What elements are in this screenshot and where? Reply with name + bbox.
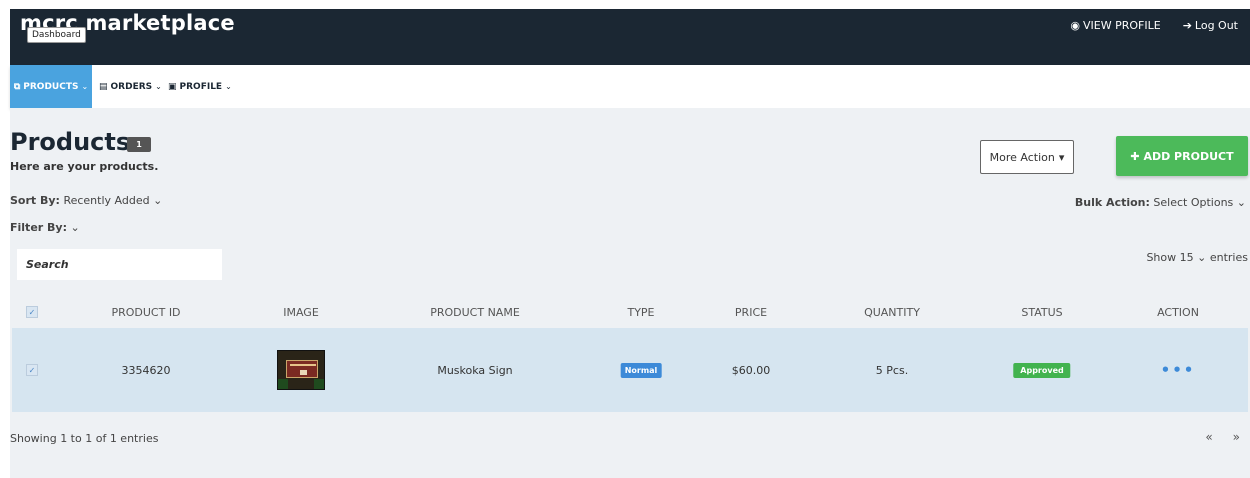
chevron-down-icon: ⌄ xyxy=(155,82,162,91)
search-input[interactable] xyxy=(17,249,222,280)
entries-select[interactable]: 15 ⌄ xyxy=(1180,251,1207,264)
top-header: mcrc marketplace Dashboard ◉ VIEW PROFIL… xyxy=(10,9,1250,65)
add-product-button[interactable]: ✚ ADD PRODUCT xyxy=(1116,136,1248,176)
thumb-tree-left xyxy=(278,379,288,389)
col-status[interactable]: STATUS xyxy=(1021,296,1062,328)
chevron-down-icon: ⌄ xyxy=(70,221,80,234)
col-quantity[interactable]: QUANTITY xyxy=(864,296,920,328)
main-content: Products 1 Here are your products. More … xyxy=(10,108,1250,478)
filter-by-label: Filter By: xyxy=(10,221,67,234)
bulk-action-label: Bulk Action: xyxy=(1074,196,1150,209)
sort-by-dropdown[interactable]: Sort By: Recently Added ⌄ xyxy=(10,194,162,207)
orders-icon: ▤ xyxy=(99,81,108,92)
show-prefix: Show xyxy=(1146,251,1177,264)
top-right-links: ◉ VIEW PROFILE ➔ Log Out xyxy=(1070,19,1238,32)
caret-down-icon: ▾ xyxy=(1058,150,1065,164)
chevron-down-icon: ⌄ xyxy=(1236,196,1246,209)
cell-type: Normal xyxy=(620,328,662,412)
page-subtitle: Here are your products. xyxy=(10,160,159,173)
nav-orders-label: ORDERS xyxy=(110,81,153,92)
more-action-label: More Action xyxy=(989,150,1055,164)
showing-entries-text: Showing 1 to 1 of 1 entries xyxy=(10,432,159,445)
profile-card-icon: ▣ xyxy=(168,81,177,92)
check-icon: ✓ xyxy=(26,364,38,376)
cell-product-name[interactable]: Muskoka Sign xyxy=(437,328,512,412)
thumb-sign-text xyxy=(290,364,316,366)
filter-by-dropdown[interactable]: Filter By: ⌄ xyxy=(10,221,80,234)
page-title: Products xyxy=(10,128,131,156)
nav-profile-label: PROFILE xyxy=(179,81,223,92)
product-count-badge: 1 xyxy=(127,137,151,152)
thumb-bear xyxy=(300,370,307,375)
col-type[interactable]: TYPE xyxy=(627,296,654,328)
select-all-checkbox[interactable]: ✓ xyxy=(26,296,38,328)
view-profile-label: VIEW PROFILE xyxy=(1083,19,1161,32)
table-header: ✓ PRODUCT ID IMAGE PRODUCT NAME TYPE PRI… xyxy=(12,296,1248,328)
eye-icon: ◉ xyxy=(1070,19,1080,32)
pagination: « » xyxy=(1205,430,1240,444)
chevron-down-icon: ⌄ xyxy=(153,194,163,207)
sort-by-value: Recently Added xyxy=(63,194,150,207)
bulk-action-value: Select Options xyxy=(1153,196,1234,209)
show-entries: Show 15 ⌄ entries xyxy=(1146,251,1248,264)
nav-products-label: PRODUCTS xyxy=(23,81,79,92)
logout-link[interactable]: ➔ Log Out xyxy=(1183,19,1238,32)
col-image: IMAGE xyxy=(283,305,319,319)
prev-page-button[interactable]: « xyxy=(1205,430,1212,444)
cell-action: ••• xyxy=(1161,328,1196,412)
status-badge: Approved xyxy=(1013,362,1071,378)
chevron-down-icon: ⌄ xyxy=(81,82,89,91)
add-product-label: ADD PRODUCT xyxy=(1143,149,1234,163)
bulk-action-dropdown[interactable]: Bulk Action: Select Options ⌄ xyxy=(1075,196,1246,209)
logout-label: Log Out xyxy=(1194,19,1238,32)
more-action-button[interactable]: More Action ▾ xyxy=(980,140,1074,174)
view-profile-link[interactable]: ◉ VIEW PROFILE xyxy=(1070,19,1160,32)
next-page-button[interactable]: » xyxy=(1233,430,1240,444)
dashboard-tooltip: Dashboard xyxy=(27,27,86,43)
logout-icon: ➔ xyxy=(1182,19,1192,32)
cell-quantity: 5 Pcs. xyxy=(875,363,909,377)
muskoka-sign-thumbnail xyxy=(277,350,325,390)
chevron-down-icon: ⌄ xyxy=(225,82,232,91)
col-product-name[interactable]: PRODUCT NAME xyxy=(430,296,520,328)
nav-products[interactable]: ⧉ PRODUCTS ⌄ xyxy=(10,65,92,108)
plus-icon: ✚ xyxy=(1130,149,1144,163)
cell-price: $60.00 xyxy=(731,363,771,377)
sort-by-label: Sort By: xyxy=(10,194,60,207)
col-action: ACTION xyxy=(1157,305,1199,319)
thumb-tree-right xyxy=(314,379,324,389)
nav-orders[interactable]: ▤ ORDERS ⌄ xyxy=(99,65,162,108)
cell-status: Approved xyxy=(1013,328,1071,412)
col-price[interactable]: PRICE xyxy=(735,296,767,328)
row-checkbox[interactable]: ✓ xyxy=(26,328,38,412)
table-row[interactable]: ✓ 3354620 Muskoka Sign Normal $60.00 5 P… xyxy=(12,328,1248,412)
col-product-id[interactable]: PRODUCT ID xyxy=(111,296,180,328)
show-suffix: entries xyxy=(1209,251,1248,264)
entries-value: 15 xyxy=(1179,251,1194,264)
nav-profile[interactable]: ▣ PROFILE ⌄ xyxy=(168,65,232,108)
more-options-icon[interactable]: ••• xyxy=(1161,361,1196,379)
main-navbar: ⧉ PRODUCTS ⌄ ▤ ORDERS ⌄ ▣ PROFILE ⌄ xyxy=(10,65,1250,108)
cell-image[interactable] xyxy=(277,328,325,412)
type-badge: Normal xyxy=(620,362,662,378)
products-icon: ⧉ xyxy=(13,81,21,92)
cell-product-id: 3354620 xyxy=(121,363,171,377)
thumb-sign xyxy=(286,360,318,378)
check-icon: ✓ xyxy=(26,306,38,318)
